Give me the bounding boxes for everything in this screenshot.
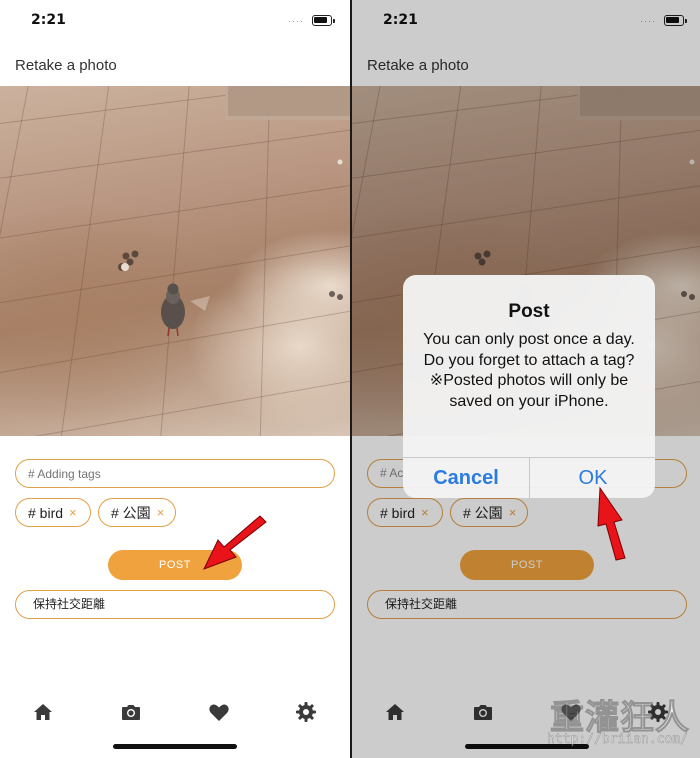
photo-pavement-drawing [0, 86, 350, 436]
status-time: 2:21 [31, 12, 66, 28]
gear-icon[interactable] [294, 700, 318, 724]
tag-chip-label: # 公園 [111, 504, 151, 521]
tab-bar [0, 696, 350, 732]
remove-tag-icon[interactable]: × [69, 500, 77, 526]
alert-message: You can only post once a day. Do you for… [423, 331, 635, 410]
watermark-url: http://briian.com/ [547, 732, 688, 748]
screen-post-dialog: 2:21 ···· Retake a photo # Ac # bird × #… [352, 0, 700, 758]
post-alert-dialog: Post You can only post once a day. Do yo… [403, 275, 655, 498]
message-field[interactable]: 保持社交距離 [15, 590, 335, 619]
tag-chip-label: # bird [28, 504, 64, 521]
annotation-arrow [203, 515, 267, 570]
tag-input[interactable] [15, 459, 335, 488]
signal-icon: ···· [288, 16, 304, 26]
pigeon [161, 283, 185, 337]
cancel-button[interactable]: Cancel [403, 458, 529, 498]
heart-icon[interactable] [207, 700, 231, 724]
home-indicator [113, 744, 237, 749]
page-title: Retake a photo [15, 57, 117, 74]
photo-preview [0, 86, 350, 436]
annotation-arrow [597, 486, 626, 561]
screen-before-post: 2:21 ···· Retake a photo # Adding tags #… [0, 0, 350, 758]
status-bar: 2:21 ···· [0, 0, 350, 44]
battery-icon [312, 15, 335, 26]
tag-chip-bird[interactable]: # bird × [15, 498, 91, 527]
remove-tag-icon[interactable]: × [157, 500, 165, 526]
home-icon[interactable] [31, 700, 55, 724]
watermark: 重灌狂人 http://briian.com/ [496, 690, 696, 754]
tag-chip-park[interactable]: # 公園 × [98, 498, 176, 527]
camera-icon[interactable] [119, 700, 143, 724]
alert-title: Post [508, 301, 550, 322]
